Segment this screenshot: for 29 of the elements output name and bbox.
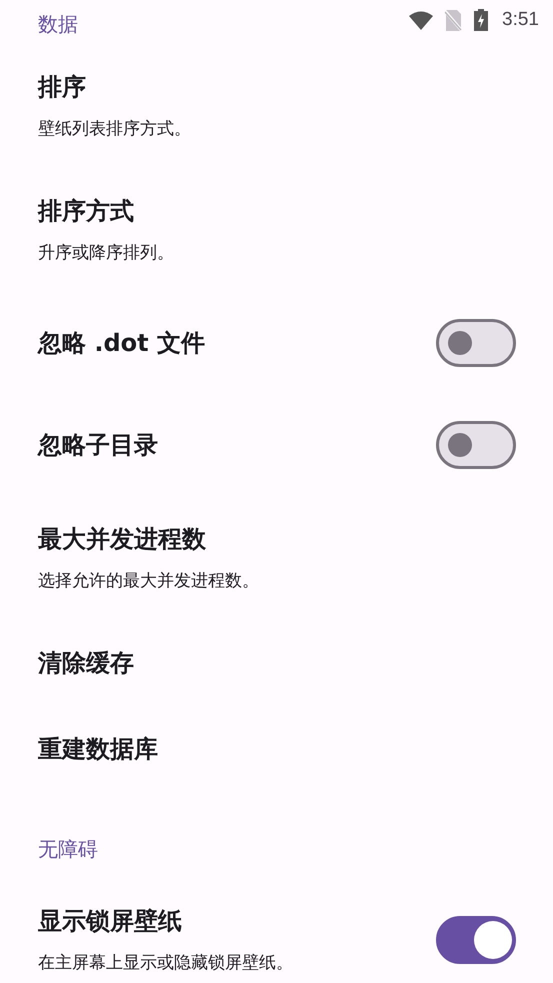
section-header: 数据 [37, 11, 79, 38]
clock-time: 3:51 [502, 9, 539, 31]
item-summary: 升序或降序排列。 [38, 242, 175, 265]
item-title: 排序 [38, 72, 87, 103]
settings-item[interactable]: 最大并发进程数 选择允许的最大并发进程数。 [0, 496, 553, 620]
item-summary: 壁纸列表排序方式。 [38, 118, 192, 141]
item-title: 重建数据库 [38, 734, 159, 765]
item-title: 清除缓存 [38, 648, 135, 679]
settings-item[interactable]: 清除缓存 [0, 620, 553, 706]
item-title: 显示锁屏壁纸 [38, 906, 183, 937]
settings-item[interactable]: 排序方式 升序或降序排列。 [0, 168, 553, 292]
section-header: 无障碍 [37, 836, 99, 863]
item-title: 忽略子目录 [38, 430, 159, 461]
settings-item[interactable]: 重建数据库 [0, 706, 553, 792]
battery-charging-icon [474, 9, 488, 31]
toggle-switch[interactable] [436, 319, 516, 367]
no-sim-icon [445, 10, 462, 30]
settings-item[interactable]: 忽略子目录 [0, 394, 553, 496]
toggle-switch[interactable] [436, 916, 516, 964]
toggle-switch[interactable] [436, 421, 516, 469]
item-summary: 选择允许的最大并发进程数。 [38, 570, 260, 593]
wifi-icon [409, 10, 434, 30]
item-summary: 在主屏幕上显示或隐藏锁屏壁纸。 [38, 952, 294, 975]
item-title: 忽略 .dot 文件 [38, 328, 206, 359]
settings-item[interactable]: 排序 壁纸列表排序方式。 [0, 44, 553, 168]
item-title: 最大并发进程数 [38, 524, 207, 555]
item-title: 排序方式 [38, 196, 135, 227]
settings-item[interactable]: 忽略 .dot 文件 [0, 292, 553, 394]
settings-item[interactable]: 显示锁屏壁纸 在主屏幕上显示或隐藏锁屏壁纸。 [0, 878, 553, 983]
